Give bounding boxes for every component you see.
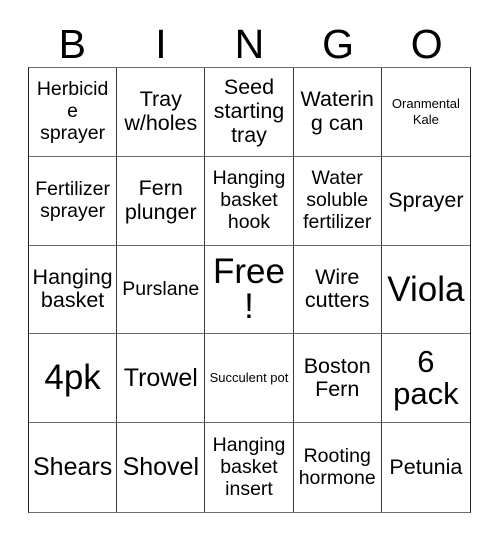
bingo-square[interactable]: Shears bbox=[29, 423, 118, 512]
bingo-header-letter-o: O bbox=[410, 21, 443, 67]
bingo-square-label: 6 pack bbox=[393, 344, 459, 412]
bingo-square-label: Fertilizer sprayer bbox=[35, 177, 110, 222]
bingo-square[interactable]: Purslane bbox=[117, 245, 206, 335]
bingo-square[interactable]: Tray w/holes bbox=[117, 68, 206, 157]
bingo-square[interactable]: Hanging basket bbox=[29, 245, 118, 335]
bingo-square[interactable]: Wire cutters bbox=[293, 245, 382, 335]
bingo-square[interactable]: Shovel bbox=[117, 423, 206, 512]
bingo-grid: Herbicide sprayer Tray w/holes Seed starti… bbox=[28, 67, 471, 513]
bingo-header-letter-b: B bbox=[58, 21, 86, 67]
bingo-square-label: Sprayer bbox=[388, 187, 464, 212]
bingo-square-label: Rooting hormone bbox=[298, 444, 376, 489]
bingo-square[interactable]: Seed starting tray bbox=[205, 68, 294, 157]
bingo-square-label: Shears bbox=[32, 453, 113, 482]
bingo-square[interactable]: Water soluble fertilizer bbox=[293, 156, 382, 246]
bingo-square-label: Seed starting tray bbox=[213, 75, 285, 147]
bingo-square[interactable]: Watering can bbox=[293, 68, 382, 157]
bingo-header-letter-g: G bbox=[322, 21, 355, 67]
bingo-square-label: Tray w/holes bbox=[124, 87, 198, 135]
bingo-square-label: Boston Fern bbox=[303, 353, 371, 402]
bingo-square[interactable]: Rooting hormone bbox=[293, 423, 382, 512]
bingo-square[interactable]: Trowel bbox=[117, 334, 206, 424]
bingo-square[interactable]: Petunia bbox=[381, 423, 470, 512]
bingo-square-label: Oranmental Kale bbox=[391, 96, 460, 127]
bingo-square[interactable]: Fern plunger bbox=[117, 156, 206, 246]
bingo-square[interactable]: Herbicide sprayer bbox=[29, 68, 118, 157]
bingo-square[interactable]: Succulent pot bbox=[205, 334, 294, 424]
bingo-square[interactable]: Oranmental Kale bbox=[381, 68, 470, 157]
bingo-square-label: Petunia bbox=[389, 454, 463, 479]
bingo-square-label: Wire cutters bbox=[304, 264, 370, 313]
bingo-card: B I N G O Herbicide sprayer Tray w/holes S… bbox=[0, 0, 500, 544]
bingo-square-label: Hanging basket insert bbox=[212, 433, 286, 500]
bingo-square[interactable]: 6 pack bbox=[381, 334, 470, 424]
bingo-square[interactable]: Boston Fern bbox=[293, 334, 382, 424]
bingo-square-label: Trowel bbox=[123, 363, 198, 392]
bingo-square-label: Hanging basket hook bbox=[212, 166, 286, 233]
bingo-square-label: Fern plunger bbox=[124, 176, 197, 224]
bingo-square-label: Hanging basket bbox=[32, 264, 113, 313]
bingo-square[interactable]: 4pk bbox=[29, 334, 118, 424]
bingo-square-label: Purslane bbox=[122, 277, 200, 300]
bingo-square-label: Herbicide sprayer bbox=[36, 78, 109, 144]
bingo-header-letter-n: N bbox=[234, 21, 265, 67]
bingo-free-space[interactable]: Free! bbox=[205, 245, 294, 335]
bingo-square-label: Shovel bbox=[122, 453, 200, 482]
bingo-square-label: Free! bbox=[213, 251, 285, 327]
bingo-square-label: Watering can bbox=[300, 87, 374, 135]
bingo-square[interactable]: Hanging basket insert bbox=[205, 423, 294, 512]
bingo-square[interactable]: Fertilizer sprayer bbox=[29, 156, 118, 246]
bingo-header-letter-i: I bbox=[155, 21, 167, 67]
bingo-square-label: Viola bbox=[387, 269, 465, 309]
bingo-square-label: 4pk bbox=[44, 358, 101, 398]
bingo-square[interactable]: Viola bbox=[381, 245, 470, 335]
bingo-square[interactable]: Hanging basket hook bbox=[205, 156, 294, 246]
bingo-header: B I N G O bbox=[28, 16, 471, 67]
bingo-square-label: Succulent pot bbox=[209, 370, 289, 386]
bingo-square-label: Water soluble fertilizer bbox=[303, 166, 372, 233]
bingo-square[interactable]: Sprayer bbox=[381, 156, 470, 246]
